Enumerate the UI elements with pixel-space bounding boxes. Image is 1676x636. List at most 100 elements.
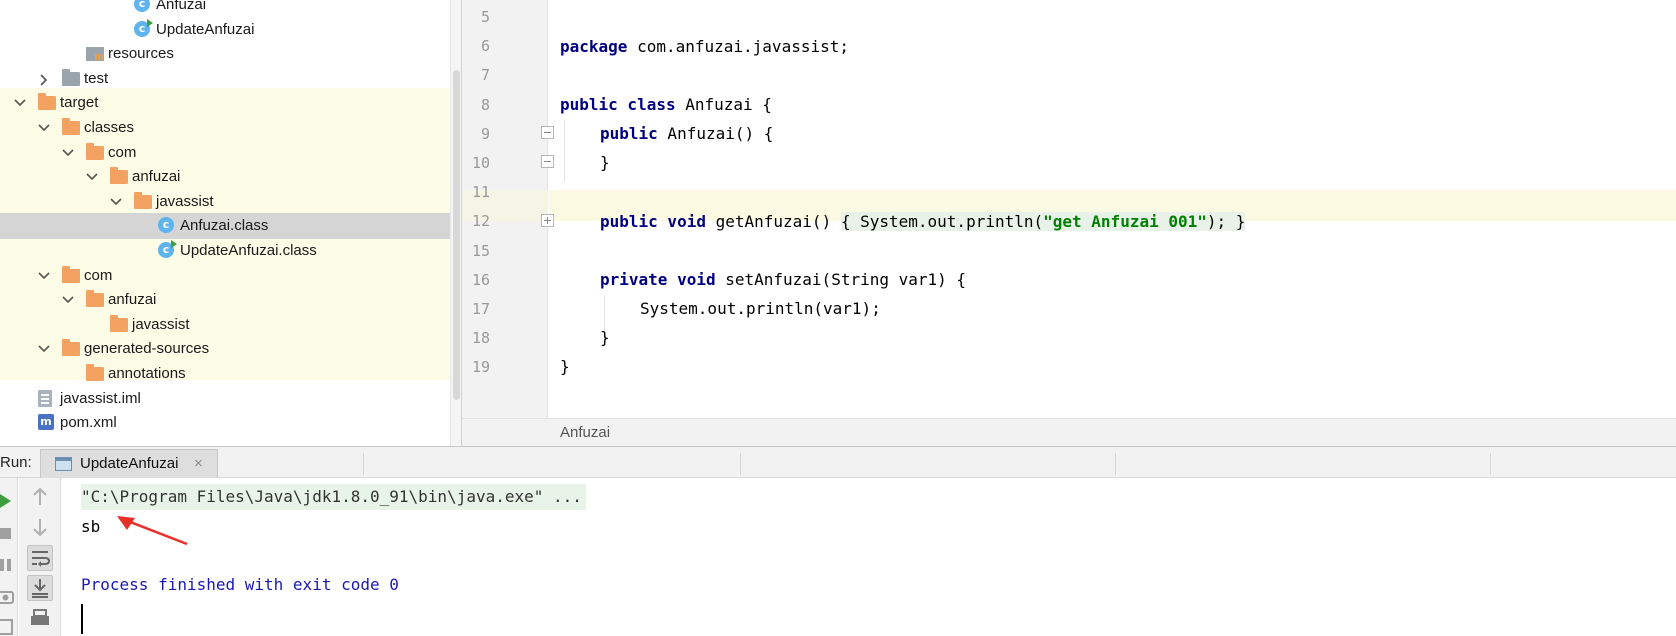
tree-item[interactable]: test xyxy=(0,66,450,92)
line-number: 15 xyxy=(471,241,490,260)
run-config-icon xyxy=(55,457,72,471)
line-number: 10 xyxy=(471,154,490,172)
fold-marker-constructor[interactable] xyxy=(541,126,554,139)
scroll-up-button[interactable] xyxy=(27,484,53,510)
tree-item[interactable]: anfuzai xyxy=(0,287,450,313)
tree-item[interactable]: c Anfuzai.class xyxy=(0,213,450,240)
print-button[interactable] xyxy=(27,606,53,632)
rerun-button[interactable] xyxy=(0,488,20,514)
exit-button[interactable] xyxy=(0,614,20,636)
chevron-down-icon[interactable] xyxy=(84,164,98,190)
folder-icon xyxy=(86,290,104,309)
pause-icon xyxy=(0,559,11,571)
folder-icon xyxy=(134,191,152,211)
fold-marker-constructor-end[interactable] xyxy=(541,155,554,168)
code-text: } xyxy=(560,357,570,376)
class-run-icon: c xyxy=(134,18,153,39)
chevron-down-icon[interactable] xyxy=(60,287,74,313)
soft-wrap-button[interactable] xyxy=(27,545,53,571)
code-line-12: public void getAnfuzai() { System.out.pr… xyxy=(600,206,1246,237)
folder-icon xyxy=(38,93,56,112)
folder-icon xyxy=(62,339,80,358)
header-separator xyxy=(1115,453,1116,475)
tree-item-label: Anfuzai.class xyxy=(180,217,269,235)
line-number: 6 xyxy=(480,37,490,56)
tree-item-label: com xyxy=(108,143,137,161)
code-text: } xyxy=(600,153,610,172)
tree-item-label: target xyxy=(60,94,99,112)
code-line-16: private void setAnfuzai(String var1) { xyxy=(600,264,966,295)
exit-icon xyxy=(0,619,13,635)
chevron-down-icon[interactable] xyxy=(12,90,26,116)
run-toolbar-primary xyxy=(0,478,18,636)
console-output[interactable]: "C:\Program Files\Java\jdk1.8.0_91\bin\j… xyxy=(62,478,1676,636)
breadcrumb-class[interactable]: Anfuzai xyxy=(560,419,610,447)
folded-block[interactable]: { System.out.println("get Anfuzai 001");… xyxy=(840,212,1246,231)
code-text: System.out.println( xyxy=(850,212,1044,231)
code-editor[interactable]: 5 6 7 8 9 10 11 12 15 16 17 18 19 package com.anfuza… xyxy=(461,0,1676,446)
run-tab-label: UpdateAnfuzai xyxy=(80,455,179,472)
scroll-down-button[interactable] xyxy=(27,514,53,540)
tree-item[interactable]: javassist xyxy=(0,312,450,338)
tree-item[interactable]: generated-sources xyxy=(0,336,450,362)
header-separator xyxy=(363,453,364,475)
code-text: } xyxy=(600,328,610,347)
tree-item[interactable]: m pom.xml xyxy=(0,410,450,436)
code-text: setAnfuzai(String var1) { xyxy=(715,270,967,289)
tree-item[interactable]: javassist xyxy=(0,189,450,215)
arrow-down-icon xyxy=(33,519,47,537)
file-icon xyxy=(38,389,56,408)
tree-item-label: resources xyxy=(108,45,174,63)
run-toolbar-secondary xyxy=(19,478,61,636)
keyword: public void xyxy=(600,212,706,231)
soft-wrap-icon xyxy=(32,551,51,567)
code-line-10: } xyxy=(600,147,610,178)
scroll-to-end-button[interactable] xyxy=(27,575,53,601)
tree-item[interactable]: com xyxy=(0,140,450,166)
code-text: getAnfuzai() xyxy=(705,212,841,231)
pause-button[interactable] xyxy=(0,552,20,578)
console-exit-message: Process finished with exit code 0 xyxy=(81,575,399,594)
code-line-8: public class Anfuzai { xyxy=(560,89,772,120)
tree-item-label: com xyxy=(84,266,113,284)
chevron-right-icon[interactable] xyxy=(36,66,50,92)
folder-icon xyxy=(86,364,104,383)
tree-item[interactable]: c Anfuzai xyxy=(0,0,450,18)
keyword: public xyxy=(600,124,658,143)
tree-item[interactable]: classes xyxy=(0,115,450,141)
fold-marker-getanfuzai[interactable] xyxy=(541,214,554,227)
dump-threads-button[interactable] xyxy=(0,584,20,610)
chevron-down-icon[interactable] xyxy=(108,189,122,215)
tree-item[interactable]: c UpdateAnfuzai.class xyxy=(0,238,450,264)
close-icon[interactable]: × xyxy=(194,450,203,478)
tree-item[interactable]: javassist.iml xyxy=(0,386,450,412)
tree-item[interactable]: target xyxy=(0,90,450,116)
editor-breadcrumb-bar: Anfuzai xyxy=(462,418,1676,446)
stop-button[interactable] xyxy=(0,520,20,546)
tree-item[interactable]: resources xyxy=(0,41,450,67)
tree-item[interactable]: com xyxy=(0,263,450,289)
code-line-17: System.out.println(var1); xyxy=(640,293,881,324)
console-command-line: "C:\Program Files\Java\jdk1.8.0_91\bin\j… xyxy=(81,484,586,510)
header-separator xyxy=(740,453,741,475)
line-number: 18 xyxy=(471,329,490,348)
line-number: 8 xyxy=(480,95,490,114)
tree-item[interactable]: c UpdateAnfuzai xyxy=(0,17,450,43)
class-run-icon: c xyxy=(158,240,177,260)
tree-scroll-thumb[interactable] xyxy=(453,70,460,400)
keyword: public class xyxy=(560,95,676,114)
tree-item[interactable]: anfuzai xyxy=(0,164,450,190)
chevron-down-icon[interactable] xyxy=(60,140,74,166)
line-number: 9 xyxy=(480,124,490,143)
line-number: 5 xyxy=(480,8,490,26)
code-text: com.anfuzai.javassist; xyxy=(627,37,849,56)
tree-scrollbar[interactable] xyxy=(450,0,461,446)
run-panel-header: Run: UpdateAnfuzai × xyxy=(0,446,1676,479)
run-tab-updateanfuzai[interactable]: UpdateAnfuzai × xyxy=(40,449,218,479)
chevron-down-icon[interactable] xyxy=(36,336,50,362)
chevron-down-icon[interactable] xyxy=(36,263,50,289)
chevron-down-icon[interactable] xyxy=(36,115,50,141)
code-text: System.out.println(var1); xyxy=(640,299,881,318)
tree-item[interactable]: annotations xyxy=(0,361,450,387)
folder-icon xyxy=(62,265,80,285)
